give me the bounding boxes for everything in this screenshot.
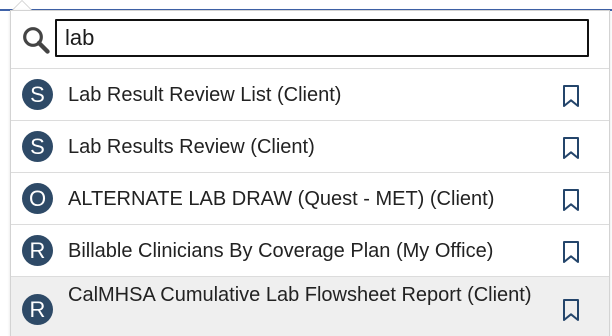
list-item[interactable]: S Lab Results Review (Client) — [11, 121, 609, 173]
type-badge: O — [22, 183, 53, 214]
search-icon — [23, 27, 50, 54]
popup-pointer — [12, 0, 32, 10]
search-input[interactable] — [55, 19, 589, 57]
search-results-panel: S Lab Result Review List (Client) S Lab … — [10, 10, 610, 336]
type-badge: S — [22, 131, 53, 162]
search-results-list: S Lab Result Review List (Client) S Lab … — [11, 68, 609, 336]
type-badge: S — [22, 79, 53, 110]
list-item[interactable]: R Billable Clinicians By Coverage Plan (… — [11, 225, 609, 277]
list-item[interactable]: S Lab Result Review List (Client) — [11, 69, 609, 121]
result-label: Lab Result Review List (Client) — [68, 84, 342, 106]
list-item[interactable]: O ALTERNATE LAB DRAW (Quest - MET) (Clie… — [11, 173, 609, 225]
result-label: Lab Results Review (Client) — [68, 136, 315, 158]
bookmark-icon[interactable] — [561, 84, 581, 108]
result-label: CalMHSA Cumulative Lab Flowsheet Report … — [68, 284, 532, 306]
search-popup-page: S Lab Result Review List (Client) S Lab … — [0, 0, 612, 336]
bookmark-icon[interactable] — [561, 298, 581, 322]
search-row — [11, 11, 609, 66]
bookmark-icon[interactable] — [561, 188, 581, 212]
result-label: Billable Clinicians By Coverage Plan (My… — [68, 240, 494, 262]
bookmark-icon[interactable] — [561, 240, 581, 264]
result-label: ALTERNATE LAB DRAW (Quest - MET) (Client… — [68, 188, 495, 210]
type-badge: R — [22, 235, 53, 266]
list-item-highlighted[interactable]: R CalMHSA Cumulative Lab Flowsheet Repor… — [11, 277, 609, 336]
type-badge: R — [22, 294, 53, 325]
bookmark-icon[interactable] — [561, 136, 581, 160]
